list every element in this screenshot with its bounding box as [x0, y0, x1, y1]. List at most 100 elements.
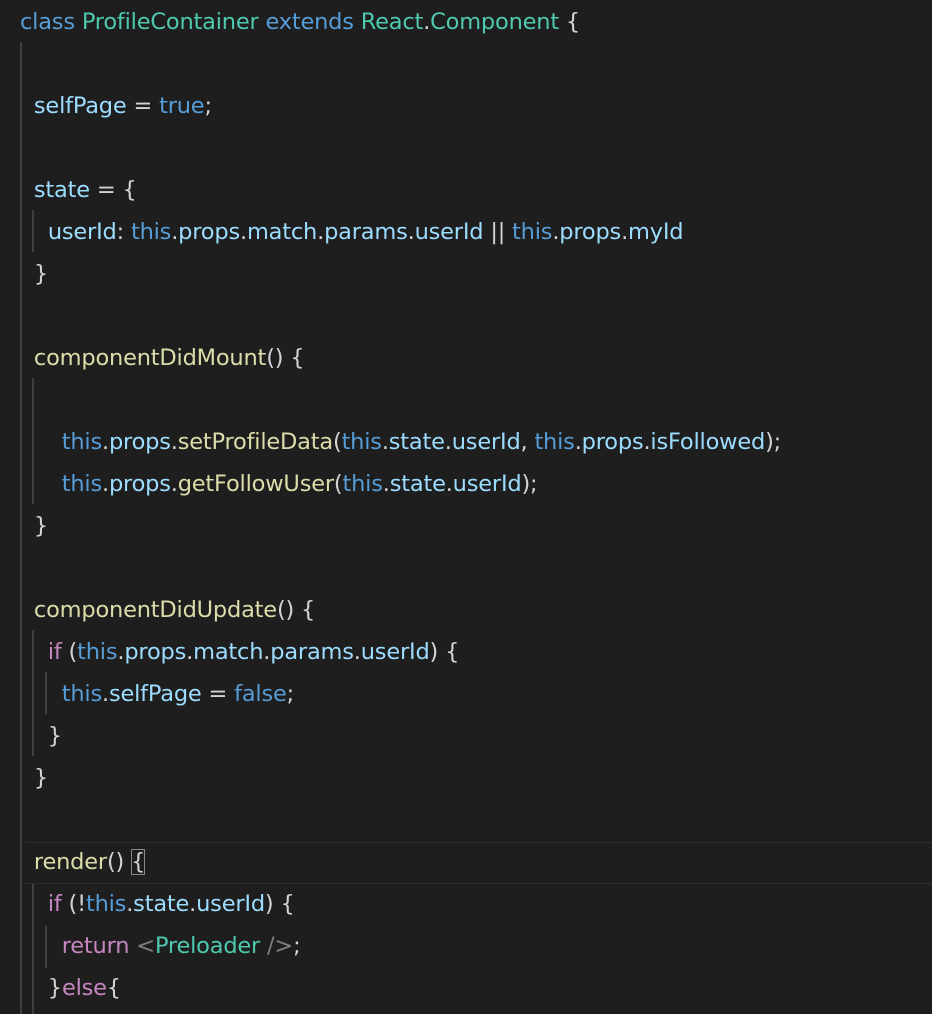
- code-token: (: [333, 471, 343, 497]
- code-line[interactable]: userId: this.props.match.params.userId |…: [0, 211, 932, 253]
- code-line[interactable]: [0, 295, 932, 337]
- code-token: }: [20, 261, 49, 287]
- code-line[interactable]: return <Preloader />;: [0, 925, 932, 967]
- code-token: />: [267, 933, 294, 959]
- code-token: state: [33, 177, 90, 203]
- code-token: userId: [452, 471, 522, 497]
- code-token: =: [126, 93, 160, 119]
- code-token: .: [444, 429, 452, 455]
- code-token: .: [170, 471, 178, 497]
- code-token: .: [101, 471, 109, 497]
- code-token: this: [61, 681, 102, 707]
- code-token: state: [389, 471, 446, 497]
- code-token: ProfileContainer: [81, 9, 259, 35]
- code-token: state: [133, 891, 190, 917]
- code-line[interactable]: [0, 127, 932, 169]
- code-token: componentDidUpdate: [33, 597, 277, 623]
- code-line[interactable]: [0, 547, 932, 589]
- code-token: ;: [293, 933, 301, 959]
- code-token: );: [521, 471, 538, 497]
- code-editor[interactable]: class ProfileContainer extends React. Com…: [0, 0, 932, 1014]
- code-token: match: [193, 639, 264, 665]
- code-line[interactable]: class ProfileContainer extends React.Com…: [0, 1, 932, 43]
- code-token: .: [101, 429, 109, 455]
- code-token: setProfileData: [177, 429, 333, 455]
- code-token: ,: [520, 429, 535, 455]
- code-token: props: [108, 429, 171, 455]
- code-token: myId: [628, 219, 684, 245]
- code-line[interactable]: if (!this.state.userId) {: [0, 883, 932, 925]
- code-token: .: [407, 219, 415, 245]
- code-token: true: [159, 93, 205, 119]
- code-token: .: [621, 219, 629, 245]
- code-line[interactable]: }: [0, 757, 932, 799]
- code-line[interactable]: }: [0, 715, 932, 757]
- code-token: {: [558, 9, 581, 35]
- code-token: .: [381, 429, 389, 455]
- code-token: Component: [430, 9, 559, 35]
- code-line[interactable]: state = {: [0, 169, 932, 211]
- code-token: this: [341, 429, 382, 455]
- code-token: ) {: [429, 639, 460, 665]
- code-token: class: [20, 9, 75, 35]
- code-token: getFollowUser: [177, 471, 334, 497]
- code-line[interactable]: this.props.getFollowUser(this.state.user…: [0, 463, 932, 505]
- code-token: (!: [61, 891, 87, 917]
- code-token: <: [136, 933, 155, 959]
- code-token: params: [324, 219, 408, 245]
- code-token: (: [332, 429, 342, 455]
- code-token: ;: [286, 681, 295, 707]
- code-line[interactable]: }: [0, 505, 932, 547]
- code-token: ||: [483, 219, 513, 245]
- code-token: state: [388, 429, 445, 455]
- code-line[interactable]: componentDidMount() {: [0, 337, 932, 379]
- code-line[interactable]: [0, 799, 932, 841]
- code-token: componentDidMount: [33, 345, 267, 371]
- code-token: match: [246, 219, 318, 245]
- code-token: }: [20, 513, 49, 539]
- code-token: if: [47, 639, 62, 665]
- code-token: = {: [89, 177, 137, 203]
- code-token: this: [534, 429, 575, 455]
- code-line[interactable]: componentDidUpdate() {: [0, 589, 932, 631]
- code-line[interactable]: [0, 379, 932, 421]
- code-line[interactable]: this.props.setProfileData(this.state.use…: [0, 421, 932, 463]
- code-token: props: [124, 639, 187, 665]
- code-token: .: [101, 681, 109, 707]
- code-token: props: [581, 429, 644, 455]
- code-token: userId: [196, 891, 265, 917]
- code-token: this: [61, 429, 102, 455]
- code-line[interactable]: [0, 43, 932, 85]
- code-line[interactable]: }else{: [0, 967, 932, 1009]
- code-token: this: [85, 891, 127, 917]
- code-token: =: [201, 681, 235, 707]
- code-token: this: [512, 219, 553, 245]
- code-line[interactable]: render() {: [0, 841, 932, 883]
- code-token: (: [61, 639, 78, 665]
- code-token: userId: [414, 219, 484, 245]
- code-line[interactable]: if (this.props.match.params.userId) {: [0, 631, 932, 673]
- code-token: userId: [451, 429, 521, 455]
- code-line[interactable]: selfPage = true;: [0, 85, 932, 127]
- code-token: () {: [266, 345, 305, 371]
- code-token: :: [116, 219, 131, 245]
- code-line[interactable]: }: [0, 253, 932, 295]
- code-token: selfPage: [33, 93, 127, 119]
- code-token: userId: [360, 639, 430, 665]
- code-token: ) {: [264, 891, 295, 917]
- code-token: return: [61, 933, 130, 959]
- code-token: {: [106, 975, 121, 1001]
- code-token: else: [61, 975, 107, 1001]
- code-line[interactable]: this.selfPage = false;: [0, 673, 932, 715]
- matched-bracket: {: [131, 849, 146, 875]
